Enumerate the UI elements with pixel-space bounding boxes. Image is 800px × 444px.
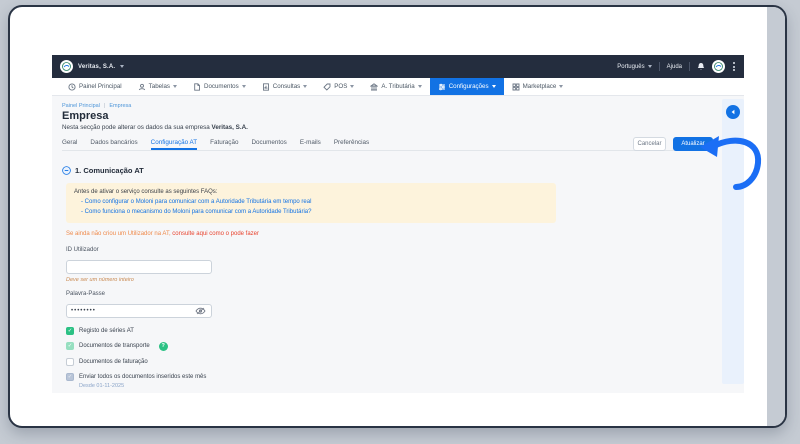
kebab-menu-icon[interactable] — [732, 61, 736, 72]
palavra-passe-label: Palavra-Passe — [66, 291, 702, 297]
enviar-inseridos-checkbox[interactable]: ✓ — [66, 373, 74, 381]
browser-window: Veritas, S.A. Português Ajuda — [8, 5, 787, 428]
notifications-bell-icon[interactable] — [697, 62, 705, 71]
checkbox-row-doc-faturacao: Documentos de faturação — [66, 358, 702, 366]
checkbox-label: Registo de séries AT — [79, 328, 134, 334]
doc-faturacao-checkbox[interactable] — [66, 358, 74, 366]
checkbox-row-enviar-inseridos: ✓ Enviar todos os documentos inseridos e… — [66, 373, 702, 381]
divider — [689, 62, 690, 71]
id-utilizador-label: ID Utilizador — [66, 247, 702, 253]
tab-emails[interactable]: E-mails — [300, 139, 321, 150]
company-logo — [60, 60, 73, 73]
warning-link[interactable]: consulte aqui como o pode fazer — [172, 231, 259, 237]
faq-link-configurar-moloni[interactable]: - Como configurar o Moloni para comunica… — [74, 198, 548, 208]
chevron-down-icon — [492, 85, 496, 88]
doc-transporte-checkbox[interactable]: ✓ — [66, 342, 74, 350]
chevron-down-icon — [173, 85, 177, 88]
divider — [659, 62, 660, 71]
company-name: Veritas, S.A. — [78, 64, 115, 70]
tab-configuracao-at[interactable]: Configuração AT — [151, 139, 197, 150]
settings-tabs: Geral Dados bancários Configuração AT Fa… — [62, 135, 712, 151]
arrow-left-icon — [730, 109, 736, 115]
menu-item-a-tributaria[interactable]: A. Tributária — [362, 78, 429, 95]
checkbox-label: Enviar todos os documentos inseridos est… — [79, 374, 206, 380]
document-icon — [193, 83, 201, 91]
chevron-down-icon — [303, 85, 307, 88]
help-question-badge[interactable]: ? — [159, 342, 168, 351]
faq-info-box: Antes de ativar o serviço consulte as se… — [66, 183, 556, 223]
chevron-down-icon — [242, 85, 246, 88]
menu-item-pos[interactable]: POS — [315, 78, 362, 95]
section-title: 1. Comunicação AT — [75, 166, 144, 175]
id-utilizador-input[interactable] — [66, 260, 212, 274]
checkbox-row-registo-series: ✓ Registo de séries AT — [66, 327, 702, 335]
update-button[interactable]: Atualizar — [673, 137, 713, 151]
checkbox-row-doc-transporte: ✓ Documentos de transporte ? — [66, 342, 702, 351]
menu-item-painel-principal[interactable]: Painel Principal — [60, 78, 130, 95]
sliders-icon — [438, 83, 446, 91]
section-header[interactable]: 1. Comunicação AT — [62, 166, 702, 175]
side-rail — [722, 99, 744, 384]
checkbox-label: Documentos de transporte — [79, 343, 150, 349]
menu-item-consultas[interactable]: Consultas — [254, 78, 316, 95]
main-menu: Painel Principal Tabelas Documentos Cons… — [52, 78, 744, 96]
tab-geral[interactable]: Geral — [62, 139, 77, 150]
company-switcher[interactable]: Veritas, S.A. — [60, 60, 124, 73]
checkbox-label: Documentos de faturação — [79, 359, 148, 365]
at-user-warning: Se ainda não criou um Utilizador na AT, … — [66, 231, 702, 237]
tab-preferencias[interactable]: Preferências — [334, 139, 369, 150]
user-avatar[interactable] — [712, 60, 725, 73]
authority-building-icon — [370, 83, 378, 91]
subtitle-company-name: Veritas, S.A. — [211, 124, 247, 131]
top-navbar: Veritas, S.A. Português Ajuda — [52, 55, 744, 78]
menu-item-documentos[interactable]: Documentos — [185, 78, 254, 95]
chevron-down-icon — [648, 65, 652, 68]
chevron-down-icon — [418, 85, 422, 88]
page-title: Empresa — [62, 110, 108, 122]
chevron-down-icon — [350, 85, 354, 88]
clock-icon — [68, 83, 76, 91]
page-subtitle: Nesta secção pode alterar os dados da su… — [62, 124, 248, 131]
menu-item-tabelas[interactable]: Tabelas — [130, 78, 185, 95]
menu-item-configuracoes[interactable]: Configurações — [430, 78, 504, 95]
browser-scrollbar[interactable] — [767, 7, 785, 426]
comunicacao-at-section: 1. Comunicação AT Antes de ativar o serv… — [62, 166, 702, 393]
registo-series-checkbox[interactable]: ✓ — [66, 327, 74, 335]
tab-documentos[interactable]: Documentos — [251, 139, 286, 150]
toggle-password-visibility-icon[interactable] — [195, 302, 206, 320]
breadcrumb-painel-principal[interactable]: Painel Principal — [62, 103, 100, 109]
people-icon — [138, 83, 146, 91]
breadcrumb-empresa[interactable]: Empresa — [109, 103, 131, 109]
collapse-panel-button[interactable] — [726, 105, 740, 119]
tab-dados-bancarios[interactable]: Dados bancários — [90, 139, 137, 150]
tab-faturacao[interactable]: Faturação — [210, 139, 238, 150]
chevron-down-icon — [120, 65, 124, 68]
language-label: Português — [617, 64, 644, 70]
collapse-minus-icon[interactable] — [62, 166, 71, 175]
language-selector[interactable]: Português — [617, 64, 651, 70]
page-content: Painel Principal | Empresa Empresa Nesta… — [52, 96, 744, 393]
marketplace-grid-icon — [512, 83, 520, 91]
report-chart-icon — [262, 83, 270, 91]
breadcrumb: Painel Principal | Empresa — [62, 103, 131, 109]
warning-text: Se ainda não criou um Utilizador na AT, — [66, 231, 172, 237]
help-link[interactable]: Ajuda — [667, 64, 682, 70]
menu-item-marketplace[interactable]: Marketplace — [504, 78, 572, 95]
faq-link-mecanismo-moloni[interactable]: - Como funciona o mecanismo do Moloni pa… — [74, 208, 548, 218]
cancel-button[interactable]: Cancelar — [633, 137, 666, 151]
enviar-inseridos-date: Desde 01-11-2025 — [79, 383, 702, 389]
palavra-passe-input[interactable] — [66, 304, 212, 318]
breadcrumb-separator: | — [104, 103, 105, 109]
pos-tag-icon — [323, 83, 331, 91]
chevron-down-icon — [559, 85, 563, 88]
id-utilizador-helper: Deve ser um número inteiro — [66, 277, 702, 283]
faq-intro: Antes de ativar o serviço consulte as se… — [74, 189, 217, 195]
